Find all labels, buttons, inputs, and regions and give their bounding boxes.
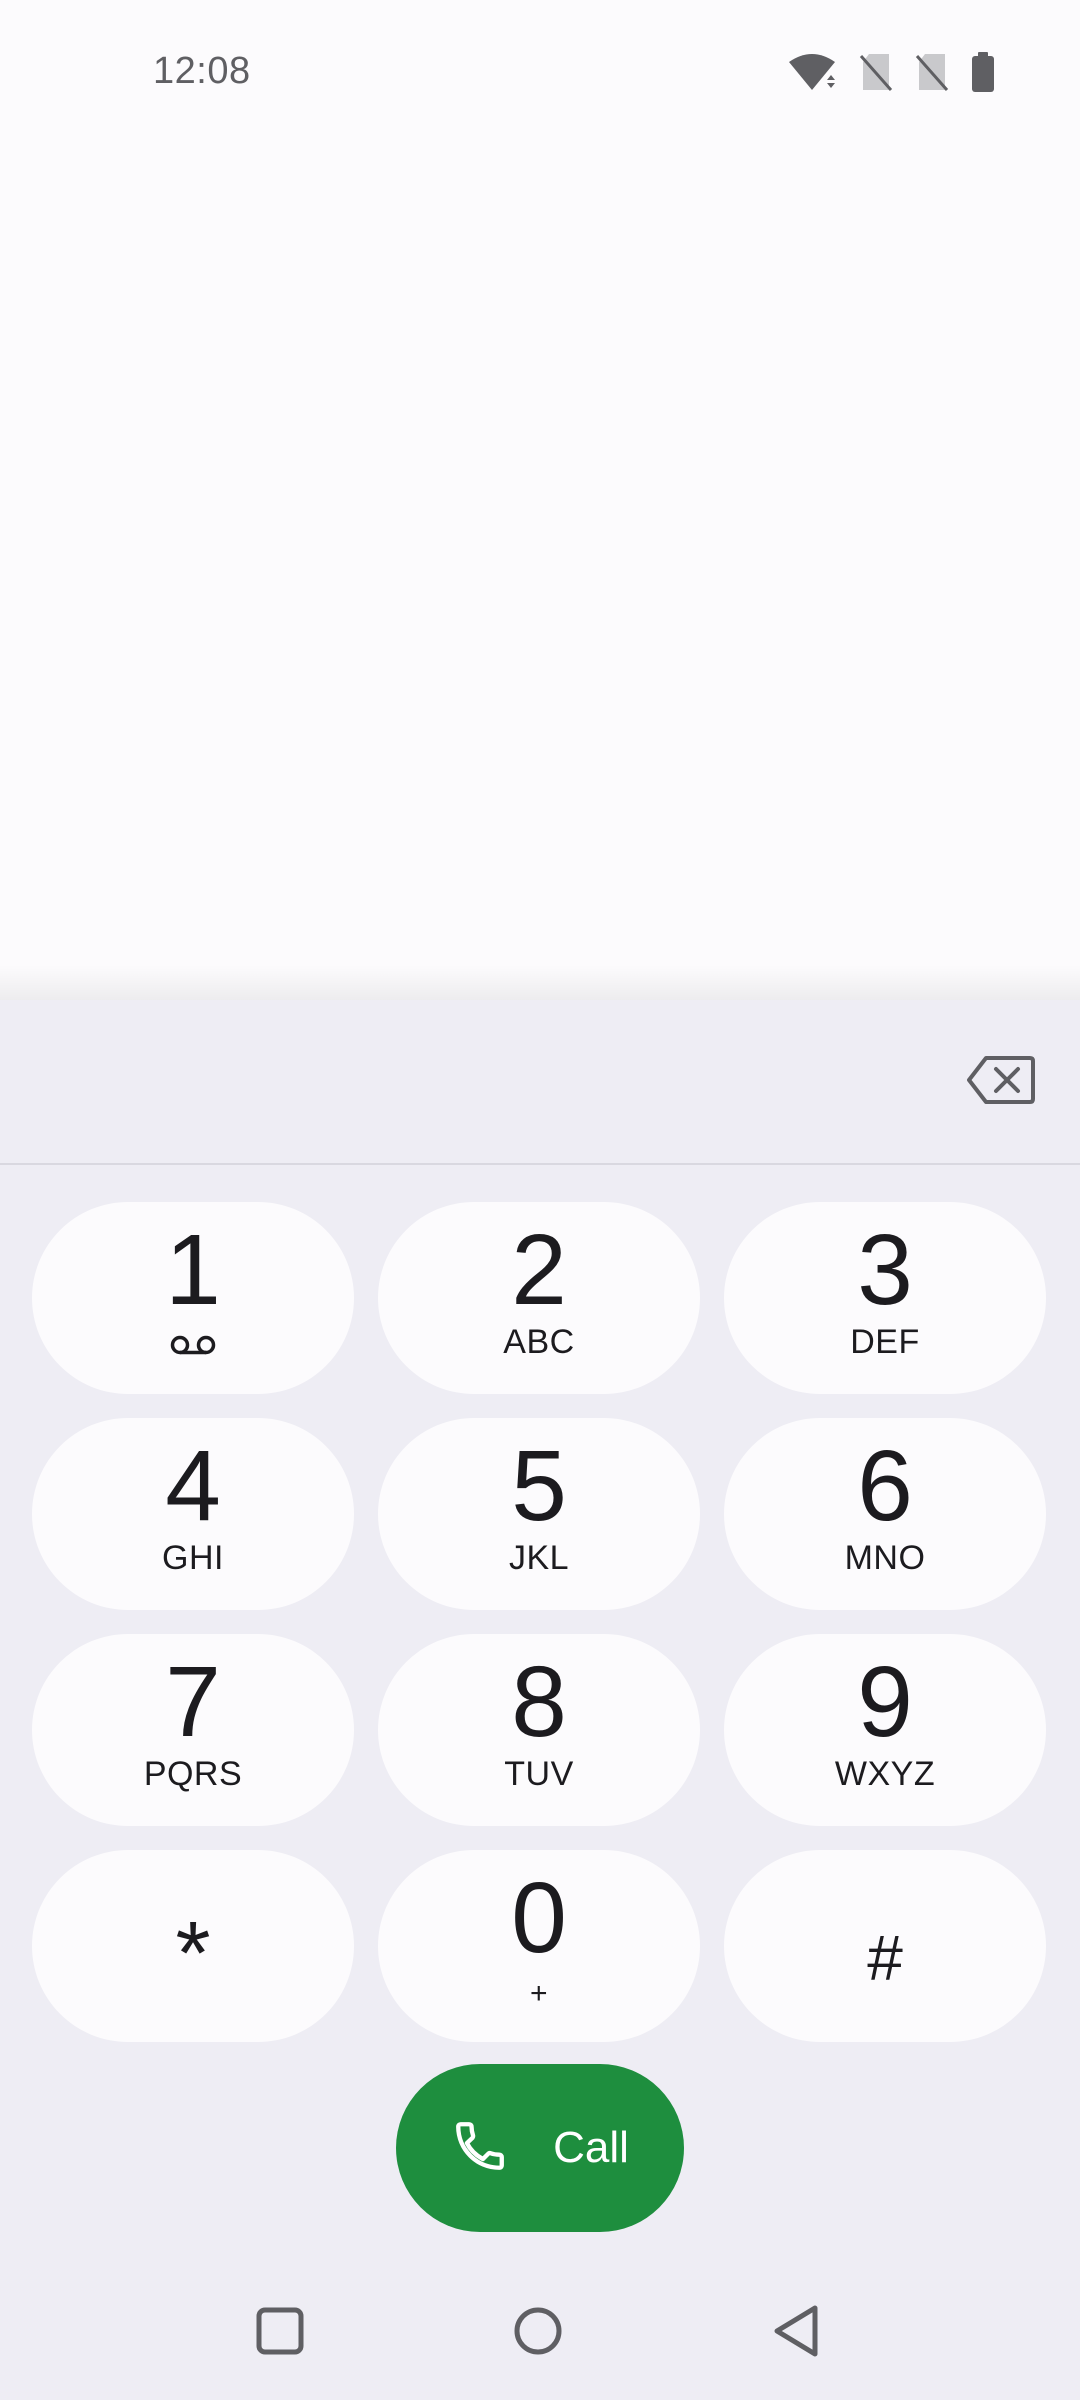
sim-off-icon [859,52,893,92]
status-bar: 12:08 [0,0,1080,140]
key-digit: 4 [165,1430,221,1542]
voicemail-icon [170,1334,216,1361]
key-letters: GHI [162,1539,224,1577]
backspace-icon [966,1056,1036,1109]
status-time: 12:08 [153,50,251,92]
key-1[interactable]: 1 [32,1202,354,1394]
key-digit: 3 [857,1214,913,1326]
back-icon [771,2303,823,2364]
key-letters: JKL [508,1539,570,1577]
backspace-button[interactable] [966,1055,1036,1105]
back-button[interactable] [762,2298,832,2368]
wifi-icon [787,52,837,92]
digits-row [0,1000,1080,1165]
key-3[interactable]: 3 DEF [724,1202,1046,1394]
key-digit: 6 [857,1430,913,1542]
key-digit: 0 [511,1862,567,1974]
key-digit: * [175,1904,211,2004]
home-button[interactable] [503,2298,573,2368]
key-digit: 1 [165,1214,221,1326]
sheet-shadow [0,965,1080,1000]
key-4[interactable]: 4 GHI [32,1418,354,1610]
battery-icon [971,52,995,92]
phone-icon [451,2117,509,2180]
key-6[interactable]: 6 MNO [724,1418,1046,1610]
key-5[interactable]: 5 JKL [378,1418,700,1610]
key-letters: ABC [503,1323,575,1361]
key-letters: + [529,1977,549,2010]
call-history-area [0,140,1080,970]
key-digit: # [867,1922,903,1994]
key-letters: DEF [850,1323,920,1361]
key-letters: TUV [504,1755,574,1793]
key-digit: 5 [511,1430,567,1542]
key-letters: PQRS [143,1755,243,1793]
key-digit: 7 [165,1646,221,1758]
home-icon [512,2305,564,2362]
key-0[interactable]: 0 + [378,1850,700,2042]
call-label: Call [553,2123,629,2172]
key-2[interactable]: 2 ABC [378,1202,700,1394]
key-digit: 8 [511,1646,567,1758]
digits-field[interactable] [40,1040,920,1120]
key-digit: 2 [511,1214,567,1326]
recents-icon [255,2306,305,2361]
key-letters: WXYZ [834,1755,936,1793]
key-8[interactable]: 8 TUV [378,1634,700,1826]
key-star[interactable]: * [32,1850,354,2042]
key-digit: 9 [857,1646,913,1758]
key-7[interactable]: 7 PQRS [32,1634,354,1826]
navigation-bar [0,2270,1080,2400]
recents-button[interactable] [245,2298,315,2368]
key-letters: MNO [844,1539,926,1577]
sim-off-icon [915,52,949,92]
status-icons [787,50,995,94]
key-hash[interactable]: # [724,1850,1046,2042]
call-button[interactable]: Call [396,2064,684,2232]
key-9[interactable]: 9 WXYZ [724,1634,1046,1826]
